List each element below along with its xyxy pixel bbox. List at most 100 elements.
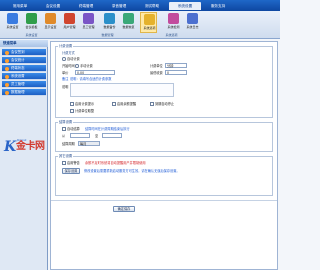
toolbar-button-label: 系统日志: [186, 25, 199, 29]
confirm-save-button[interactable]: 确定保存: [113, 206, 135, 212]
menu-tab-common[interactable]: 常用菜单: [4, 2, 36, 10]
bullet-icon: [5, 66, 9, 71]
toolbar-button-label: 数据恢复: [122, 25, 135, 29]
bullet-icon: [5, 82, 9, 87]
menu-tab-help[interactable]: 测试帮助: [136, 2, 168, 10]
toolbar-group-label: 数据管理: [101, 33, 114, 37]
period-select[interactable]: 每月: [78, 141, 100, 146]
unit-input[interactable]: 分钟: [165, 63, 187, 68]
sidebar-item-terminal[interactable]: 终端状态: [2, 65, 46, 72]
sidebar-item-stats[interactable]: 会议统计: [2, 57, 46, 64]
period-value: 每月: [80, 142, 87, 146]
toolbar-button-label: 系统设置: [6, 25, 19, 29]
manual-billing-radio[interactable]: [75, 64, 79, 68]
sidebar-item-staff[interactable]: 员工管理: [2, 81, 46, 88]
price-label: 单价: [62, 71, 69, 75]
unit-value: 分钟: [167, 64, 174, 68]
toolbar-button-template[interactable]: 会议模板: [23, 12, 40, 33]
sidebar: 快速菜单 会议签到 会议统计 终端状态 系统设置 员工管理 数据管理: [0, 40, 48, 270]
balance-remind-label: 启用余额提醒: [117, 102, 137, 106]
log-icon: [187, 13, 198, 24]
bullet-icon: [5, 74, 9, 79]
toolbar-button-check[interactable]: 系统检测: [165, 12, 182, 33]
options-icon: [144, 14, 155, 25]
footer-hint: 修改设置后需要重新启动服务方可生效，请在确认无误后保存设置。: [84, 169, 180, 173]
sidebar-item-label: 终端状态: [11, 66, 25, 70]
display-icon: [45, 13, 56, 24]
billing-fieldset: [55, 46, 273, 118]
auto-billing-label: 自动计费: [67, 57, 80, 61]
min-fee-label: 最低收费: [150, 71, 163, 75]
sidebar-item-label: 数据管理: [11, 90, 25, 94]
auto-settle-checkbox[interactable]: [62, 127, 66, 131]
warning-checkbox[interactable]: [62, 161, 66, 165]
toolbar-button-options[interactable]: 系统选项: [140, 12, 157, 33]
bullet-icon: [5, 58, 9, 63]
sidebar-item-signin[interactable]: 会议签到: [2, 49, 46, 56]
bullet-icon: [5, 90, 9, 95]
start-time-label: 开始时间: [62, 64, 75, 68]
sidebar-item-label: 会议签到: [11, 50, 25, 54]
description-label: 说明: [62, 85, 69, 89]
toolbar-button-label: 会议模板: [25, 25, 38, 29]
price-input[interactable]: 0.00: [75, 70, 115, 75]
menu-tab-meeting[interactable]: 会议设置: [37, 2, 69, 10]
toolbar: 系统设置 会议模板 显示设置 用户管理 员工管理 数据备份 数据恢复 系统选项 系统检测 系统日志…: [0, 11, 280, 39]
menu-tab-terminal[interactable]: 终端管理: [70, 2, 102, 10]
settle-to-label: 至: [95, 134, 99, 138]
toolbar-button-restore[interactable]: 数据恢复: [120, 12, 137, 33]
logo-text: 金卡网: [16, 141, 45, 152]
sidebar-item-data[interactable]: 数据管理: [2, 89, 46, 96]
toolbar-button-label: 数据备份: [103, 25, 116, 29]
auto-settle-label: 自动结算: [67, 127, 80, 131]
toolbar-button-backup[interactable]: 数据备份: [101, 12, 118, 33]
toolbar-button-display[interactable]: 显示设置: [42, 12, 59, 33]
toolbar-button-label: 员工管理: [82, 25, 95, 29]
balance-remind-checkbox[interactable]: [112, 102, 116, 106]
menu-tab-recording[interactable]: 录音管理: [103, 2, 135, 10]
manual-billing-label: 手动计费: [80, 64, 93, 68]
warning-text: 余额不足时系统将自动提醒用户并限制使用: [85, 161, 146, 165]
menu-tab-support[interactable]: 服务支持: [202, 2, 234, 10]
settle-from-label: 从: [62, 134, 66, 138]
settle-to-input[interactable]: [102, 133, 122, 138]
settle-hint: 结算时间在计费周期结束后执行: [85, 127, 130, 131]
toolbar-button-log[interactable]: 系统日志: [184, 12, 201, 33]
users-icon: [64, 13, 75, 24]
toolbar-button-settings[interactable]: 系统设置: [4, 12, 21, 33]
billing-legend: 计费设置: [58, 44, 74, 48]
restore-icon: [123, 13, 134, 24]
other-legend: 其它设置: [58, 154, 74, 158]
template-icon: [26, 13, 37, 24]
menu-tab-system[interactable]: 系统设置: [169, 2, 201, 10]
billing-tip-label: 启用计费提示: [75, 102, 95, 106]
round-unit-label: 计费单位取整: [75, 109, 95, 113]
bullet-icon: [5, 50, 9, 55]
price-value: 0.00: [77, 71, 85, 75]
sidebar-item-label: 会议统计: [11, 58, 25, 62]
sidebar-item-settings[interactable]: 系统设置: [2, 73, 46, 80]
note-hint: 说明：请填写合适的计费参数: [70, 77, 112, 81]
warning-label: 启用警告: [67, 161, 80, 165]
auto-stop-label: 到期自动停止: [155, 102, 175, 106]
toolbar-button-users[interactable]: 用户管理: [61, 12, 78, 33]
auto-stop-checkbox[interactable]: [150, 102, 154, 106]
min-fee-input[interactable]: 0: [165, 70, 187, 75]
settings-icon: [7, 13, 18, 24]
sidebar-item-label: 员工管理: [11, 82, 25, 86]
toolbar-button-staff[interactable]: 员工管理: [80, 12, 97, 33]
toolbar-button-label: 系统选项: [143, 26, 156, 30]
round-unit-checkbox[interactable]: [70, 109, 74, 113]
settle-from-input[interactable]: [70, 133, 90, 138]
period-label: 结算周期: [62, 142, 75, 146]
check-icon: [168, 13, 179, 24]
description-textarea[interactable]: [70, 83, 174, 97]
billing-mode-label: 计费方式: [62, 51, 75, 55]
settle-legend: 结算设置: [58, 120, 74, 124]
auto-billing-radio[interactable]: [62, 57, 66, 61]
notice-label: 备注: [62, 77, 69, 81]
staff-icon: [83, 13, 94, 24]
billing-tip-checkbox[interactable]: [70, 102, 74, 106]
divider: [51, 200, 277, 201]
save-settings-button[interactable]: 保存设置: [62, 168, 80, 174]
